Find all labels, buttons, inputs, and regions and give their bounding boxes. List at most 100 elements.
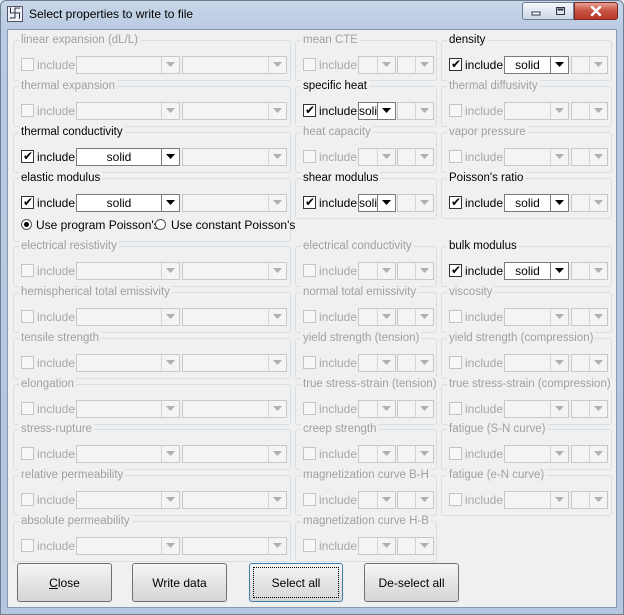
phase-select[interactable]: solid [358, 102, 396, 120]
include-checkbox[interactable] [303, 58, 316, 71]
include-checkbox[interactable] [449, 310, 462, 323]
phase-select[interactable] [504, 445, 569, 463]
unit-select[interactable] [182, 354, 287, 372]
include-checkbox[interactable] [21, 493, 34, 506]
include-checkbox[interactable] [303, 493, 316, 506]
unit-select[interactable] [571, 308, 608, 326]
close-button[interactable]: Close [17, 563, 112, 602]
include-checkbox[interactable] [303, 447, 316, 460]
phase-select[interactable] [76, 491, 180, 509]
phase-select[interactable] [76, 56, 180, 74]
include-checkbox[interactable] [449, 150, 462, 163]
unit-select[interactable] [182, 308, 287, 326]
include-checkbox[interactable] [449, 104, 462, 117]
phase-select[interactable] [358, 491, 396, 509]
unit-select[interactable] [397, 354, 434, 372]
include-checkbox[interactable] [303, 539, 316, 552]
phase-select[interactable] [504, 148, 569, 166]
phase-select[interactable] [76, 400, 180, 418]
include-checkbox[interactable] [21, 310, 34, 323]
include-checkbox[interactable]: ✔ [303, 103, 316, 117]
phase-select[interactable] [76, 445, 180, 463]
unit-select[interactable] [397, 445, 434, 463]
phase-select[interactable]: solid [76, 194, 180, 212]
phase-select[interactable] [76, 354, 180, 372]
phase-select[interactable] [504, 308, 569, 326]
unit-select[interactable] [182, 491, 287, 509]
phase-select[interactable] [358, 445, 396, 463]
program-poissons-label[interactable]: Use program Poisson's [36, 218, 160, 232]
phase-select[interactable] [358, 354, 396, 372]
phase-select[interactable]: solid [504, 56, 569, 74]
unit-select[interactable] [397, 400, 434, 418]
include-checkbox[interactable] [21, 402, 34, 415]
unit-select[interactable] [571, 194, 608, 212]
include-checkbox[interactable] [449, 356, 462, 369]
phase-select[interactable] [358, 56, 396, 74]
unit-select[interactable] [571, 400, 608, 418]
include-checkbox[interactable] [303, 402, 316, 415]
title-bar[interactable]: 卐 Select properties to write to file [1, 1, 623, 28]
phase-select[interactable] [504, 102, 569, 120]
phase-select[interactable] [504, 491, 569, 509]
unit-select[interactable] [397, 194, 434, 212]
include-checkbox[interactable] [449, 493, 462, 506]
minimize-button[interactable] [522, 2, 549, 20]
unit-select[interactable] [571, 445, 608, 463]
unit-select[interactable] [571, 491, 608, 509]
unit-select[interactable] [397, 308, 434, 326]
phase-select[interactable]: solid [76, 148, 180, 166]
close-window-button[interactable] [574, 2, 618, 20]
include-checkbox[interactable] [21, 104, 34, 117]
unit-select[interactable] [397, 491, 434, 509]
unit-select[interactable] [182, 400, 287, 418]
include-checkbox[interactable] [449, 402, 462, 415]
phase-select[interactable]: solid [504, 262, 569, 280]
include-checkbox[interactable] [21, 356, 34, 369]
include-checkbox[interactable]: ✔ [449, 195, 462, 209]
include-checkbox[interactable] [21, 58, 34, 71]
unit-select[interactable] [571, 56, 608, 74]
phase-select[interactable] [504, 354, 569, 372]
unit-select[interactable] [397, 102, 434, 120]
constant-poissons-radio[interactable] [155, 219, 166, 230]
phase-select[interactable]: solid [358, 194, 396, 212]
include-checkbox[interactable]: ✔ [303, 195, 316, 209]
unit-select[interactable] [182, 102, 287, 120]
include-checkbox[interactable] [449, 447, 462, 460]
unit-select[interactable] [182, 148, 287, 166]
unit-select[interactable] [571, 148, 608, 166]
unit-select[interactable] [182, 56, 287, 74]
include-checkbox[interactable] [21, 264, 34, 277]
unit-select[interactable] [397, 537, 434, 555]
include-checkbox[interactable]: ✔ [21, 195, 34, 209]
include-checkbox[interactable]: ✔ [449, 263, 462, 277]
unit-select[interactable] [571, 354, 608, 372]
include-checkbox[interactable] [303, 150, 316, 163]
phase-select[interactable] [358, 537, 396, 555]
phase-select[interactable] [358, 400, 396, 418]
include-checkbox[interactable] [303, 264, 316, 277]
include-checkbox[interactable] [303, 310, 316, 323]
unit-select[interactable] [182, 194, 287, 212]
phase-select[interactable] [76, 537, 180, 555]
maximize-button[interactable] [548, 2, 574, 20]
include-checkbox[interactable] [21, 539, 34, 552]
write-data-button[interactable]: Write data [132, 563, 227, 602]
include-checkbox[interactable]: ✔ [449, 57, 462, 71]
phase-select[interactable] [76, 262, 180, 280]
unit-select[interactable] [182, 537, 287, 555]
unit-select[interactable] [182, 445, 287, 463]
program-poissons-radio[interactable] [21, 219, 32, 230]
select-all-button[interactable]: Select all [249, 563, 343, 602]
phase-select[interactable] [504, 400, 569, 418]
phase-select[interactable] [358, 308, 396, 326]
include-checkbox[interactable] [303, 356, 316, 369]
include-checkbox[interactable]: ✔ [21, 149, 34, 163]
phase-select[interactable] [76, 308, 180, 326]
constant-poissons-label[interactable]: Use constant Poisson's [171, 218, 295, 232]
unit-select[interactable] [571, 102, 608, 120]
unit-select[interactable] [397, 262, 434, 280]
phase-select[interactable] [76, 102, 180, 120]
phase-select[interactable] [358, 262, 396, 280]
